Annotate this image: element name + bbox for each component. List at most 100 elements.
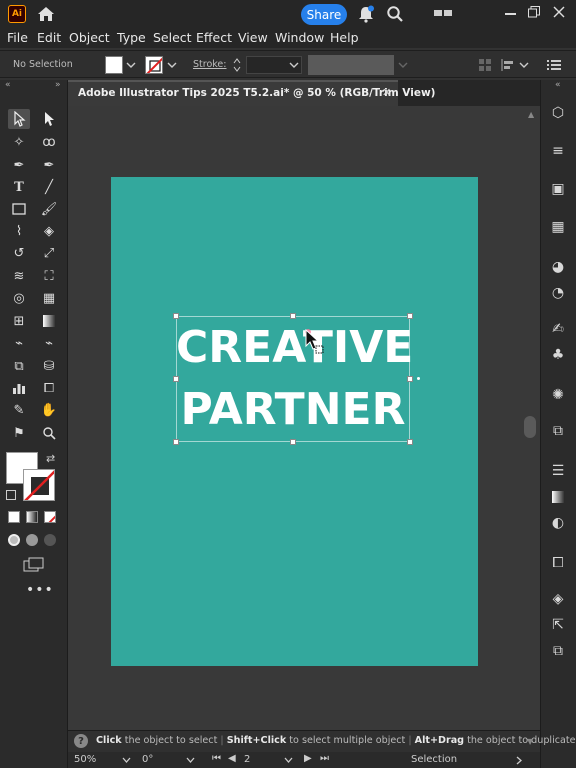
properties-icon[interactable]: ≡ <box>546 140 570 162</box>
swatches-icon[interactable]: ▦ <box>546 216 570 238</box>
zoom-level[interactable]: 50% <box>74 754 96 765</box>
rotation-value[interactable]: 0° <box>142 754 153 765</box>
align-icon[interactable] <box>478 58 492 72</box>
align-panel-icon[interactable]: ☰ <box>546 460 570 482</box>
blend-tool-icon[interactable]: ⧉ <box>8 356 30 376</box>
menu-type[interactable]: Type <box>117 30 146 45</box>
chevron-down-icon[interactable] <box>186 757 195 764</box>
color-mode-button[interactable] <box>8 511 20 523</box>
gradient-tool-icon[interactable] <box>38 311 60 331</box>
collapse-panel-icon[interactable]: » <box>55 80 61 90</box>
menu-edit[interactable]: Edit <box>37 30 61 45</box>
paintbrush-tool-icon[interactable]: 🖌 <box>38 199 60 219</box>
line-tool-icon[interactable]: ╱ <box>38 177 60 197</box>
resize-handle-left[interactable] <box>173 376 179 382</box>
transform-icon[interactable] <box>500 58 516 72</box>
workspace-switcher-icon[interactable] <box>434 8 454 20</box>
close-window-icon[interactable] <box>553 6 565 18</box>
stroke-panel-icon[interactable]: ✺ <box>546 384 570 406</box>
print-tiling-tool-icon[interactable]: ⚑ <box>8 423 30 443</box>
asset-export-icon[interactable]: ⧠ <box>546 552 570 574</box>
minimize-button[interactable] <box>505 13 516 15</box>
lasso-tool-icon[interactable]: ꝏ <box>38 132 60 152</box>
artboard-tool-icon[interactable]: ⧠ <box>38 378 60 398</box>
gradient-mode-button[interactable] <box>26 511 38 523</box>
transparency-icon[interactable]: ⧉ <box>546 420 570 442</box>
export-icon[interactable]: ⇱ <box>546 614 570 636</box>
chevron-down-icon[interactable] <box>284 757 293 764</box>
help-icon[interactable]: ? <box>74 734 88 748</box>
layers-icon[interactable]: ◈ <box>546 588 570 610</box>
symbols-icon[interactable]: ♣ <box>546 344 570 366</box>
menu-file[interactable]: File <box>7 30 28 45</box>
next-artboard-icon[interactable]: ▶ <box>304 753 312 764</box>
scroll-arrow-up-icon[interactable]: ▲ <box>528 110 534 119</box>
menu-select[interactable]: Select <box>153 30 192 45</box>
pen-tool-icon[interactable]: ✒ <box>8 155 30 175</box>
restore-button[interactable] <box>528 6 540 18</box>
3d-materials-icon[interactable]: ⬡ <box>546 102 570 124</box>
document-tab[interactable]: Adobe Illustrator Tips 2025 T5.2.ai* @ 5… <box>68 80 435 106</box>
stroke-swatch[interactable] <box>145 56 163 74</box>
menu-window[interactable]: Window <box>275 30 324 45</box>
first-artboard-icon[interactable]: ⏮ <box>212 753 221 764</box>
direct-selection-tool-icon[interactable] <box>38 109 60 129</box>
resize-handle-top[interactable] <box>290 313 296 319</box>
eyedropper-alt-tool-icon[interactable]: ⌁ <box>38 333 60 353</box>
vertical-scrollbar-thumb[interactable] <box>524 416 536 438</box>
more-icon[interactable]: ••• <box>26 582 54 598</box>
artboard-number[interactable]: 2 <box>244 754 250 765</box>
draw-behind-icon[interactable] <box>26 534 38 546</box>
hand-tool-icon[interactable]: ✋ <box>38 400 60 420</box>
chevron-down-icon[interactable] <box>289 61 299 69</box>
pathfinder-icon[interactable]: ◐ <box>546 512 570 534</box>
chevron-down-icon[interactable] <box>519 61 529 69</box>
bell-icon[interactable] <box>357 5 375 23</box>
eraser-tool-icon[interactable]: ◈ <box>38 221 60 241</box>
rectangle-tool-icon[interactable] <box>8 199 30 219</box>
column-graph-tool-icon[interactable] <box>8 378 30 398</box>
resize-handle-bottom[interactable] <box>290 439 296 445</box>
free-transform-tool-icon[interactable]: ⛶ <box>38 266 60 286</box>
libraries-icon[interactable]: ▣ <box>546 178 570 200</box>
menu-effect[interactable]: Effect <box>196 30 232 45</box>
artboards-icon[interactable]: ⧉ <box>546 640 570 662</box>
color-guide-icon[interactable]: ◔ <box>546 282 570 304</box>
resize-handle-right[interactable] <box>407 376 413 382</box>
menu-view[interactable]: View <box>238 30 268 45</box>
magic-wand-tool-icon[interactable]: ✧ <box>8 132 30 152</box>
scale-tool-icon[interactable]: ⤢ <box>38 243 60 263</box>
menu-help[interactable]: Help <box>330 30 359 45</box>
search-icon[interactable] <box>386 5 404 23</box>
menu-object[interactable]: Object <box>69 30 110 45</box>
resize-handle-top-left[interactable] <box>173 313 179 319</box>
mesh-tool-icon[interactable]: ⊞ <box>8 311 30 331</box>
artwork-group[interactable]: CREATIVE PARTNER <box>173 313 420 445</box>
rotate-tool-icon[interactable]: ↺ <box>8 243 30 263</box>
stroke-color-swatch[interactable] <box>23 469 55 501</box>
chevron-down-icon[interactable] <box>126 61 136 69</box>
chevron-right-icon[interactable] <box>516 756 523 765</box>
resize-handle-bottom-right[interactable] <box>407 439 413 445</box>
brushes-icon[interactable]: ✍ <box>546 318 570 340</box>
home-icon[interactable] <box>36 5 56 23</box>
chevron-down-icon[interactable] <box>398 61 408 69</box>
share-button[interactable]: Share <box>301 4 347 25</box>
warp-tool-icon[interactable]: ≋ <box>8 266 30 286</box>
default-colors-icon[interactable] <box>6 490 16 500</box>
stroke-weight-stepper[interactable] <box>232 56 242 74</box>
scroll-arrow-down-icon[interactable]: ▼ <box>527 737 533 746</box>
type-tool-icon[interactable]: T <box>8 177 30 197</box>
draw-normal-icon[interactable] <box>8 534 20 546</box>
last-artboard-icon[interactable]: ⏭ <box>320 753 329 764</box>
chevron-down-icon[interactable] <box>167 61 177 69</box>
chevron-down-icon[interactable] <box>122 757 131 764</box>
resize-handle-bottom-left[interactable] <box>173 439 179 445</box>
screen-mode-icon[interactable] <box>23 557 45 573</box>
panel-menu-icon[interactable] <box>547 59 561 71</box>
collapse-panel-icon[interactable]: « <box>555 80 561 90</box>
perspective-grid-tool-icon[interactable]: ▦ <box>38 288 60 308</box>
draw-inside-icon[interactable] <box>44 534 56 546</box>
selection-tool-icon[interactable] <box>8 109 30 129</box>
zoom-tool-icon[interactable] <box>38 423 60 443</box>
